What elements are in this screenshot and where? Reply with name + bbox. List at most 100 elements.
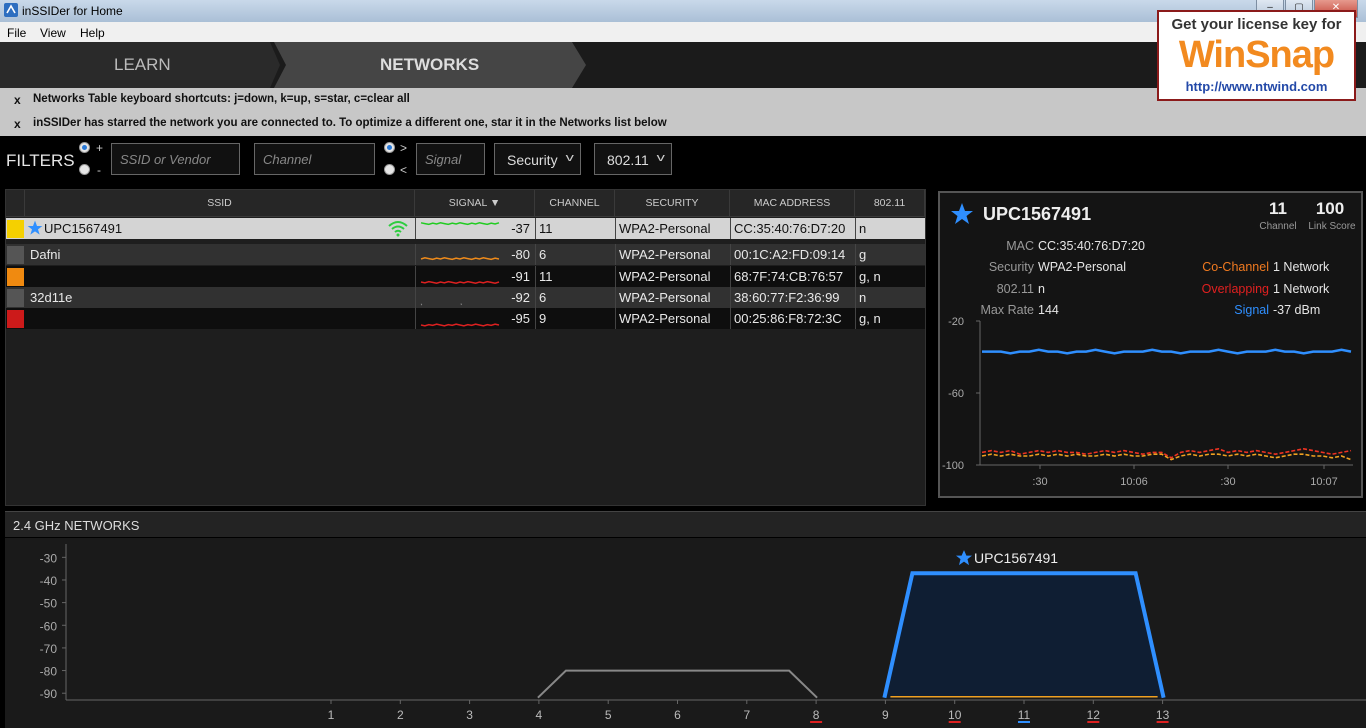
x-tick-label: :30 — [1220, 476, 1235, 488]
x-tick-label: :30 — [1032, 476, 1047, 488]
star-icon[interactable] — [950, 202, 974, 226]
signal-column-header[interactable]: SIGNAL ▼ — [415, 190, 535, 217]
detail-channel: 11 — [1269, 199, 1287, 218]
channel-input[interactable]: Channel — [254, 143, 375, 175]
signal-sparkline — [420, 323, 500, 327]
detail-channel-label: Channel — [1259, 221, 1297, 232]
mac-label: MAC — [1006, 239, 1034, 253]
channel-label: 5 — [605, 708, 612, 722]
y-tick-label: -70 — [40, 642, 58, 656]
standard-dropdown[interactable]: 802.11 v — [594, 143, 672, 175]
filters-label: FILTERS — [6, 151, 75, 170]
sparkline-trace — [420, 280, 500, 284]
ssid-vendor-input[interactable]: SSID or Vendor — [111, 143, 240, 175]
standard-label: 802.11 — [996, 282, 1034, 296]
network-detail-panel: UPC1567491 11 Channel 100 Link Score MAC… — [938, 191, 1363, 498]
ssid-cell: Dafni — [30, 247, 61, 262]
signal-less-radio[interactable] — [384, 164, 395, 175]
chevron-down-icon: v — [565, 152, 574, 164]
dismiss-notice-button[interactable]: x — [14, 93, 21, 107]
signal-sparkline — [420, 257, 500, 261]
network-area — [537, 669, 818, 699]
signal-input[interactable]: Signal — [416, 143, 485, 175]
sparkline-trace — [420, 257, 500, 261]
sort-desc-icon: ▼ — [489, 197, 501, 209]
menu-help[interactable]: Help — [80, 26, 105, 40]
channel-cell: 6 — [539, 290, 547, 305]
mac-cell: CC:35:40:76:D7:20 — [734, 221, 846, 236]
exclude-radio[interactable] — [79, 164, 90, 175]
security-cell: WPA2-Personal — [619, 221, 711, 236]
mac-cell: 38:60:77:F2:36:99 — [734, 290, 840, 305]
security-dropdown[interactable]: Security v — [494, 143, 581, 175]
network-color-swatch — [7, 289, 24, 307]
mac-cell: 68:7F:74:CB:76:57 — [734, 269, 844, 284]
signal-cell: -80 — [511, 247, 530, 262]
channel-label: 1 — [328, 708, 335, 722]
signal-cell: -92 — [511, 290, 530, 305]
ssid-cell: 32d11e — [30, 290, 73, 305]
sparkline-trace — [420, 302, 500, 306]
security-label: Security — [988, 260, 1034, 274]
signal-sparkline — [420, 280, 500, 284]
security-cell: WPA2-Personal — [619, 247, 711, 262]
networks-chart-title: 2.4 GHz NETWORKS — [13, 518, 140, 533]
security-cell: WPA2-Personal — [619, 290, 711, 305]
signal-history-series — [982, 348, 1352, 355]
channel-label: 12 — [1087, 708, 1101, 722]
network-color-swatch — [7, 268, 24, 286]
co-channel-label: Co-Channel — [1202, 260, 1269, 274]
table-row[interactable]: -95 9 WPA2-Personal 00:25:86:F8:72:3C g, n — [6, 308, 925, 329]
dismiss-notice-button[interactable]: x — [14, 117, 21, 131]
sparkline-trace — [420, 323, 500, 327]
signal-cell: -91 — [511, 269, 530, 284]
co-channel-value: 1 Network — [1273, 260, 1330, 274]
channel-cell: 9 — [539, 311, 547, 326]
channel-cell: 11 — [539, 221, 553, 236]
channel-label: 4 — [536, 708, 543, 722]
notice-text: inSSIDer has starred the network you are… — [33, 117, 667, 129]
channel-cell: 11 — [539, 269, 553, 284]
channel-column-header[interactable]: CHANNEL — [535, 190, 615, 217]
sparkline-trace — [420, 222, 500, 226]
mac-cell: 00:1C:A2:FD:09:14 — [734, 247, 846, 262]
channel-label: 9 — [882, 708, 889, 722]
network-color-swatch — [7, 310, 24, 328]
ssid-column-header[interactable]: SSID — [25, 190, 415, 217]
security-column-header[interactable]: SECURITY — [615, 190, 730, 217]
standard-column-header[interactable]: 802.11 — [855, 190, 925, 217]
table-row[interactable]: UPC1567491 -37 11 WPA2-Personal CC:35:40:76:… — [6, 218, 925, 239]
table-row[interactable]: Dafni -80 6 WPA2-Personal 00:1C:A2:FD:09:14 g — [6, 244, 925, 265]
menu-file[interactable]: File — [7, 26, 26, 40]
app-icon — [4, 3, 18, 17]
standard-cell: n — [859, 290, 867, 305]
table-row[interactable]: -91 11 WPA2-Personal 68:7F:74:CB:76:57 g, n — [6, 266, 925, 287]
signal-history-chart: -20 -60 -100:30 10:06:30 10:07 — [942, 316, 1353, 488]
standard-cell: g, n — [859, 269, 881, 284]
mac-column-header[interactable]: MAC ADDRESS — [730, 190, 855, 217]
filters-bar: FILTERS + - SSID or Vendor Channel > < S… — [0, 136, 1366, 184]
window-title: inSSIDer for Home — [22, 4, 123, 18]
star-icon[interactable] — [27, 220, 43, 236]
standard-value: n — [1038, 282, 1045, 296]
network-label: UPC1567491 — [974, 550, 1058, 566]
star-icon[interactable] — [956, 550, 972, 566]
notice-starred: x inSSIDer has starred the network you a… — [0, 112, 1366, 136]
table-row[interactable]: 32d11e -92 6 WPA2-Personal 38:60:77:F2:36:99… — [6, 287, 925, 308]
overlapping-value: 1 Network — [1273, 282, 1330, 296]
y-tick-label: -100 — [942, 460, 964, 472]
channel-chart: -30-40-50-60-70-80-901 2 3 4 5 6 7 8 9 10 11 12 13UP… — [40, 544, 1366, 723]
detail-link-score-label: Link Score — [1308, 221, 1356, 232]
tab-networks[interactable]: NETWORKS — [274, 42, 586, 88]
menu-view[interactable]: View — [40, 26, 66, 40]
standard-cell: g — [859, 247, 867, 262]
signal-greater-radio[interactable] — [384, 142, 395, 153]
network-color-swatch — [7, 246, 24, 264]
signal-cell: -95 — [511, 311, 530, 326]
signal-sparkline — [420, 302, 500, 306]
channel-label: 11 — [1018, 708, 1031, 722]
x-tick-label: 10:07 — [1310, 476, 1338, 488]
include-radio[interactable] — [79, 142, 90, 153]
tab-learn[interactable]: LEARN — [0, 42, 280, 88]
channel-label: 10 — [948, 708, 962, 722]
